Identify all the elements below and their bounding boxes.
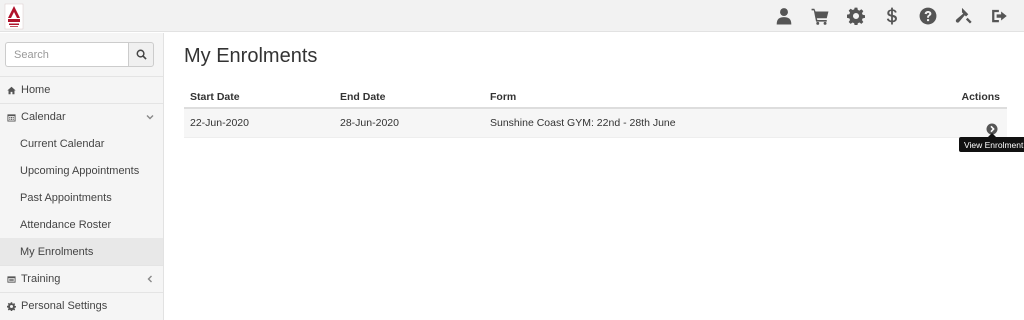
top-icons (766, 0, 1018, 32)
sidebar-item-home[interactable]: Home (0, 76, 163, 103)
column-header-form: Form (490, 90, 517, 103)
logo[interactable] (4, 3, 24, 30)
table-row: 22-Jun-2020 28-Jun-2020 Sunshine Coast G… (184, 109, 1007, 138)
table-header: Start Date End Date Form Actions (184, 86, 1007, 109)
sign-out-icon[interactable] (982, 0, 1018, 32)
sidebar-item-label: Home (21, 84, 51, 96)
user-icon[interactable] (766, 0, 802, 32)
sidebar-item-label: Attendance Roster (20, 218, 112, 231)
column-header-end-date: End Date (340, 90, 386, 103)
sidebar-item-current-calendar[interactable]: Current Calendar (0, 130, 163, 157)
sidebar-item-label: Past Appointments (20, 191, 112, 204)
page-title: My Enrolments (184, 45, 318, 67)
form-cell: Sunshine Coast GYM: 22nd - 28th June (490, 117, 676, 129)
sidebar-item-label: Upcoming Appointments (20, 164, 140, 177)
sidebar-item-my-enrolments[interactable]: My Enrolments (0, 238, 163, 265)
search-input[interactable] (5, 42, 128, 67)
column-header-start-date: Start Date (190, 90, 240, 103)
enrolments-table: Start Date End Date Form Actions 22-Jun-… (184, 86, 1007, 138)
top-bar (0, 0, 1024, 32)
gavel-icon[interactable] (946, 0, 982, 32)
sidebar-nav: Home Calendar Current Calendar Upcoming … (0, 76, 163, 319)
search-icon (136, 49, 147, 60)
sidebar-item-label: Training (21, 273, 61, 285)
column-header-actions: Actions (961, 90, 1000, 103)
chevron-left-icon (146, 274, 154, 283)
cart-icon[interactable] (802, 0, 838, 32)
search-button[interactable] (128, 42, 154, 67)
sidebar-item-label: Calendar (21, 111, 66, 123)
home-icon (7, 85, 17, 95)
sidebar-item-attendance-roster[interactable]: Attendance Roster (0, 211, 163, 238)
sidebar-item-label: Personal Settings (21, 300, 108, 312)
dollar-icon[interactable] (874, 0, 910, 32)
view-enrolment-tooltip: View Enrolment (959, 133, 1024, 152)
sidebar-item-training[interactable]: Training (0, 265, 163, 292)
sidebar-item-past-appointments[interactable]: Past Appointments (0, 184, 163, 211)
start-date-cell: 22-Jun-2020 (190, 117, 249, 129)
list-icon (7, 274, 17, 284)
search-box (5, 42, 154, 67)
calendar-icon (7, 112, 17, 122)
actions-cell (924, 111, 1007, 135)
gear-icon[interactable] (838, 0, 874, 32)
sidebar-item-calendar[interactable]: Calendar (0, 103, 163, 130)
end-date-cell: 28-Jun-2020 (340, 117, 399, 129)
gear-icon (7, 301, 17, 311)
sidebar-item-label: Current Calendar (20, 137, 105, 150)
help-icon[interactable] (910, 0, 946, 32)
sidebar-item-label: My Enrolments (20, 245, 94, 258)
sidebar-item-upcoming-appointments[interactable]: Upcoming Appointments (0, 157, 163, 184)
chevron-down-icon (146, 112, 154, 120)
sidebar-item-personal-settings[interactable]: Personal Settings (0, 292, 163, 319)
sidebar: Home Calendar Current Calendar Upcoming … (0, 33, 164, 320)
